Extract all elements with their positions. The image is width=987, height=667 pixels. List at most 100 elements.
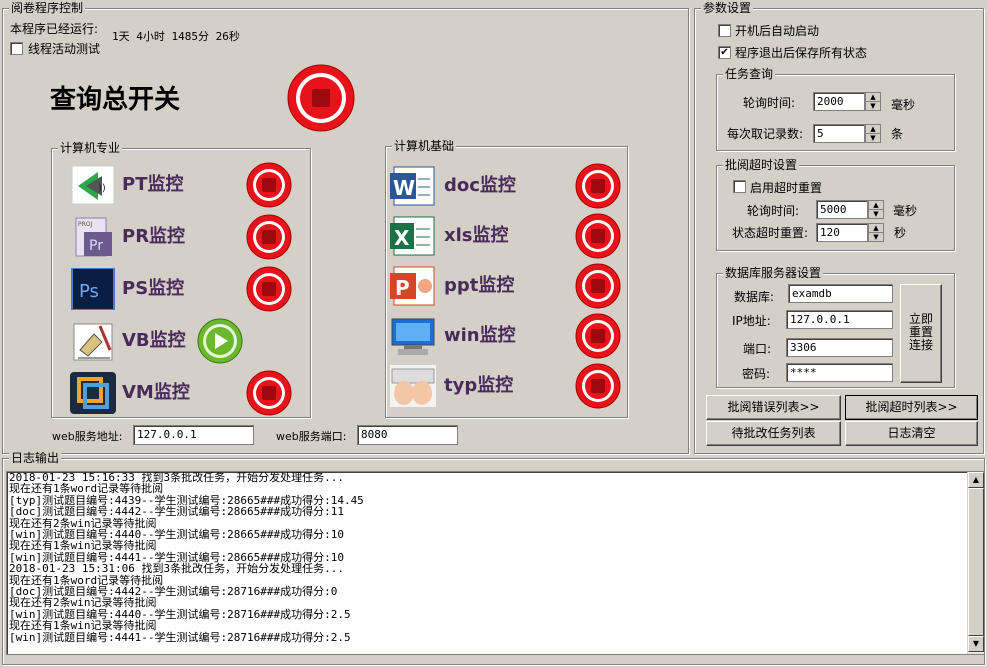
scroll-thumb[interactable] [968, 488, 984, 636]
log-line: 2018-01-23 15:31:06 找到3条批改任务，开始分发处理任务... [9, 562, 344, 576]
pt-app-icon: )) [70, 164, 116, 206]
task-poll-unit: 毫秒 [891, 98, 916, 112]
stop-icon [575, 213, 621, 259]
db-ip-input[interactable]: 127.0.0.1 [786, 310, 893, 329]
word-icon: W [390, 166, 435, 206]
timeout-reset-label: 状态超时重置: [732, 226, 809, 240]
svg-text:)): )) [98, 183, 106, 194]
db-name-input[interactable]: examdb [788, 284, 893, 303]
clear-log-label: 日志清空 [887, 426, 936, 440]
excel-icon: X [390, 216, 435, 256]
spin-down-icon[interactable]: ▼ [866, 102, 880, 111]
timeout-list-button[interactable]: 批阅超时列表>> [845, 395, 978, 420]
stop-monitor-button[interactable] [246, 162, 292, 208]
pt-app-icon: )) [71, 165, 115, 205]
computer-basic-title: 计算机基础 [392, 139, 457, 153]
query-switch-label: 查询总开关 [50, 85, 181, 115]
timeout-enable-checkbox[interactable] [733, 180, 746, 193]
monitor-label: PR监控 [122, 226, 186, 247]
stop-monitor-button[interactable] [575, 213, 621, 259]
monitor-label: VM监控 [122, 382, 190, 403]
error-list-label: 批阅错误列表>> [727, 400, 820, 414]
timeout-reset-spinner[interactable]: ▲ ▼ [868, 223, 884, 242]
task-fetch-label: 每次取记录数: [727, 127, 804, 141]
spin-up-icon[interactable]: ▲ [866, 93, 880, 102]
typing-icon [390, 365, 436, 407]
stop-monitor-button[interactable] [246, 370, 292, 416]
svg-text:X: X [394, 226, 410, 250]
timeout-poll-unit: 毫秒 [893, 204, 918, 218]
runtime-label: 本程序已经运行: [10, 22, 99, 36]
spin-down-icon[interactable]: ▼ [869, 210, 883, 219]
stop-icon [575, 363, 621, 409]
runtime-value: 1天 4小时 1485分 26秒 [112, 30, 240, 43]
web-address-input[interactable]: 127.0.0.1 [133, 425, 254, 445]
reconnect-button[interactable]: 立即重置连接 [900, 284, 942, 383]
log-line: [doc]测试题目编号:4442--学生测试编号:28665###成功得分:11 [9, 505, 344, 519]
params-title: 参数设置 [701, 1, 754, 15]
photoshop-icon: Ps [71, 267, 115, 311]
monitor-label: PT监控 [122, 174, 184, 195]
monitor-label: xls监控 [444, 225, 509, 246]
task-poll-label: 轮询时间: [743, 96, 796, 110]
spin-down-icon[interactable]: ▼ [866, 134, 880, 143]
timeout-poll-input[interactable]: 5000 [816, 200, 868, 219]
query-master-stop-button[interactable] [286, 63, 356, 133]
task-fetch-input[interactable]: 5 [813, 124, 865, 143]
pending-list-button[interactable]: 待批改任务列表 [706, 421, 841, 446]
stop-icon [246, 266, 292, 312]
photoshop-icon: Ps [70, 267, 116, 311]
vmware-icon [70, 372, 116, 414]
word-icon: W [390, 165, 436, 207]
monitor-label: ppt监控 [444, 275, 515, 296]
task-poll-input[interactable]: 2000 [813, 92, 865, 111]
stop-icon [246, 214, 292, 260]
scroll-up-icon[interactable]: ▲ [968, 472, 984, 488]
log-scrollbar[interactable]: ▲ ▼ [967, 472, 984, 654]
web-port-label: web服务端口: [276, 430, 347, 443]
db-port-label: 端口: [743, 342, 772, 356]
task-poll-spinner[interactable]: ▲ ▼ [865, 92, 881, 111]
web-port-input[interactable]: 8080 [357, 425, 458, 445]
svg-text:W: W [393, 176, 415, 200]
monitor-label: PS监控 [122, 278, 185, 299]
spin-up-icon[interactable]: ▲ [869, 201, 883, 210]
db-password-input[interactable]: **** [786, 363, 893, 382]
log-lines: 2018-01-23 15:16:33 找到3条批改任务，开始分发处理任务...… [7, 472, 964, 643]
timeout-reset-input[interactable]: 120 [816, 223, 868, 242]
excel-icon: X [390, 215, 436, 257]
save-state-checkbox[interactable]: ✔ [718, 46, 731, 59]
thread-test-checkbox[interactable] [10, 42, 23, 55]
autostart-label: 开机后自动启动 [735, 24, 820, 38]
stop-monitor-button[interactable] [246, 214, 292, 260]
db-password-label: 密码: [742, 367, 771, 381]
autostart-checkbox[interactable] [718, 24, 731, 37]
pending-list-label: 待批改任务列表 [731, 426, 816, 440]
stop-monitor-button[interactable] [575, 313, 621, 359]
clear-log-button[interactable]: 日志清空 [845, 421, 978, 446]
svg-text:P: P [395, 276, 410, 300]
log-output[interactable]: 2018-01-23 15:16:33 找到3条批改任务，开始分发处理任务...… [6, 471, 985, 655]
visual-basic-icon [73, 323, 113, 361]
db-name-label: 数据库: [734, 290, 775, 304]
play-icon [197, 318, 243, 364]
timeout-reset-unit: 秒 [894, 226, 907, 240]
thread-test-label: 线程活动测试 [28, 42, 101, 56]
svg-text:Ps: Ps [79, 281, 99, 302]
stop-monitor-button[interactable] [575, 163, 621, 209]
spin-up-icon[interactable]: ▲ [866, 125, 880, 134]
db-port-input[interactable]: 3306 [786, 338, 893, 357]
stop-monitor-button[interactable] [575, 363, 621, 409]
timeout-poll-spinner[interactable]: ▲ ▼ [868, 200, 884, 219]
error-list-button[interactable]: 批阅错误列表>> [706, 395, 841, 420]
spin-up-icon[interactable]: ▲ [869, 224, 883, 233]
spin-down-icon[interactable]: ▼ [869, 233, 883, 242]
vmware-icon [70, 372, 116, 414]
scroll-down-icon[interactable]: ▼ [968, 636, 984, 652]
start-monitor-button[interactable] [197, 318, 243, 364]
save-state-label: 程序退出后保存所有状态 [735, 46, 868, 60]
task-fetch-spinner[interactable]: ▲ ▼ [865, 124, 881, 143]
stop-monitor-button[interactable] [575, 263, 621, 309]
monitor-label: VB监控 [122, 330, 186, 351]
stop-monitor-button[interactable] [246, 266, 292, 312]
